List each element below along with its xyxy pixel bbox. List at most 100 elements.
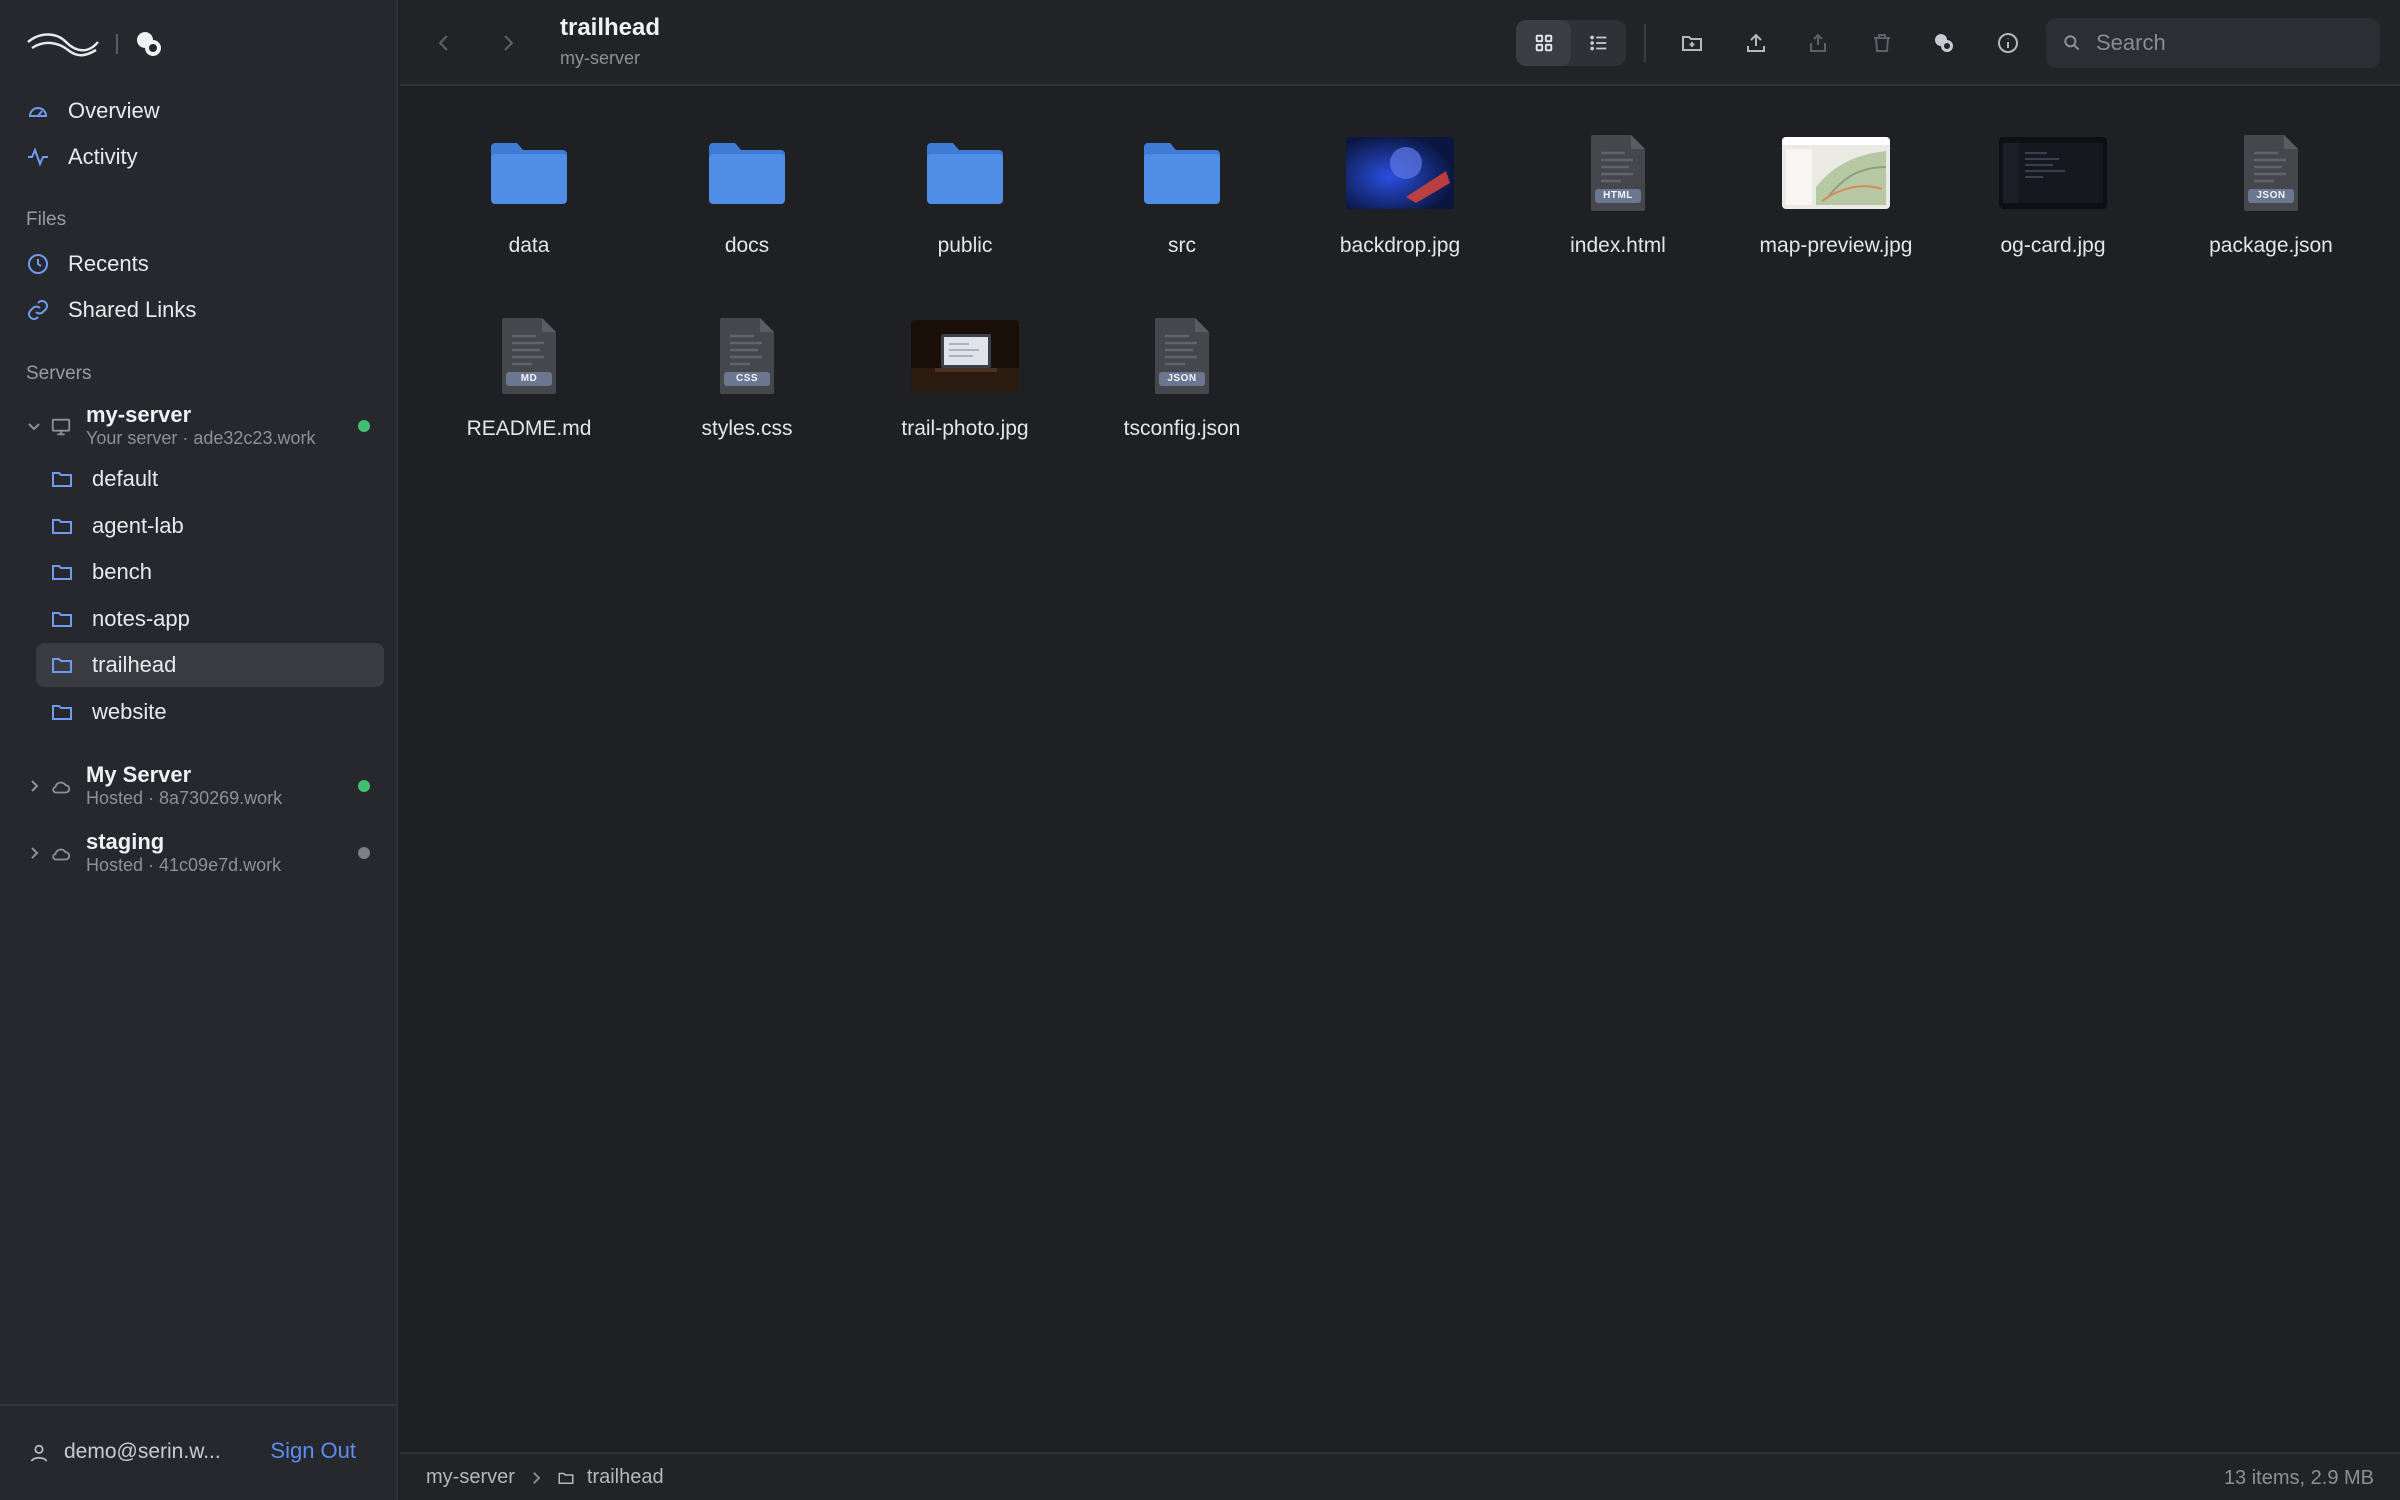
item-count: 13 items, 2.9 MB <box>2223 1467 2374 1489</box>
document-icon: MD <box>500 316 558 396</box>
file-item-doc[interactable]: CSS styles.css <box>638 271 856 441</box>
cloud-icon <box>52 781 71 794</box>
new-folder-button[interactable] <box>1674 25 1710 61</box>
nav-overview[interactable]: Overview <box>26 91 160 131</box>
nav-activity[interactable]: Activity <box>26 137 138 177</box>
doc-thumbnail: JSON <box>2211 132 2331 214</box>
folder-thumbnail <box>905 132 1025 214</box>
file-type-badge: JSON <box>1159 372 1205 386</box>
search-input[interactable] <box>2096 30 2356 56</box>
upload-icon <box>1747 33 1765 52</box>
image-thumbnail <box>1340 132 1460 214</box>
file-item-image[interactable]: map-preview.jpg <box>1727 88 1945 258</box>
toolbar: trailhead my-server <box>400 0 2400 86</box>
folder-label: notes-app <box>92 606 190 631</box>
server-my-server-hosted[interactable]: My Server Hosted · 8a730269.work <box>22 760 378 816</box>
list-view-button[interactable] <box>1571 20 1626 66</box>
doc-thumbnail: MD <box>469 315 589 397</box>
document-icon: JSON <box>2242 133 2300 213</box>
file-item-doc[interactable]: JSON package.json <box>2162 88 2380 258</box>
search-box <box>2046 18 2380 68</box>
folder-icon <box>927 143 1003 204</box>
folder-label: agent-lab <box>92 513 184 538</box>
sidebar-folder-agent-lab[interactable]: agent-lab <box>36 504 384 548</box>
breadcrumb-folder[interactable]: trailhead <box>587 1466 664 1489</box>
sidebar-folder-bench[interactable]: bench <box>36 550 384 594</box>
file-name: package.json <box>2209 234 2333 257</box>
chevron-down-icon[interactable] <box>24 416 44 436</box>
file-type-badge: HTML <box>1595 189 1641 203</box>
file-grid: data docs public src backdrop.jpg HTML i… <box>400 88 2400 1452</box>
upload-button[interactable] <box>1738 25 1774 61</box>
file-type-badge: MD <box>506 372 552 386</box>
info-icon <box>1998 33 2018 53</box>
file-type-badge: CSS <box>724 372 770 386</box>
file-item-doc[interactable]: JSON tsconfig.json <box>1073 271 1291 441</box>
file-item-image[interactable]: trail-photo.jpg <box>856 271 1074 441</box>
clock-icon <box>28 254 48 274</box>
back-button[interactable] <box>426 25 462 61</box>
file-name: map-preview.jpg <box>1759 234 1913 257</box>
grid-icon <box>1535 34 1552 52</box>
file-item-folder[interactable]: data <box>420 88 638 258</box>
file-item-doc[interactable]: MD README.md <box>420 271 638 441</box>
server-name: My Server <box>86 762 192 787</box>
nav-shared-links-label: Shared Links <box>68 297 197 322</box>
folder-icon <box>558 1472 574 1484</box>
files-section-label: Files <box>26 209 67 230</box>
document-icon: CSS <box>718 316 776 396</box>
sidebar-folder-trailhead[interactable]: trailhead <box>36 643 384 687</box>
file-item-image[interactable]: backdrop.jpg <box>1291 88 1509 258</box>
chevron-right-icon[interactable] <box>24 776 44 796</box>
folder-thumbnail <box>687 132 807 214</box>
status-bar: my-server trailhead 13 items, 2.9 MB <box>400 1452 2400 1500</box>
share-button[interactable] <box>1800 25 1836 61</box>
doc-thumbnail: JSON <box>1122 315 1242 397</box>
image-thumbnail <box>1993 132 2113 214</box>
share-icon <box>1810 33 1826 52</box>
document-icon: JSON <box>1153 316 1211 396</box>
trail-photo-preview-icon <box>911 320 1019 392</box>
folder-icon <box>52 705 72 720</box>
status-dot-online <box>358 420 370 432</box>
file-type-badge: JSON <box>2248 189 2294 203</box>
folder-icon <box>709 143 785 204</box>
folder-icon <box>52 565 72 580</box>
gauge-icon <box>29 107 47 117</box>
breadcrumb-root[interactable]: my-server <box>426 1466 515 1489</box>
sign-out-button[interactable]: Sign Out <box>270 1438 356 1464</box>
chevron-right-icon[interactable] <box>24 843 44 863</box>
info-button[interactable] <box>1990 25 2026 61</box>
delete-button[interactable] <box>1864 25 1900 61</box>
forward-button[interactable] <box>490 25 526 61</box>
file-name: public <box>937 234 993 257</box>
file-item-image[interactable]: og-card.jpg <box>1944 88 2162 258</box>
file-item-folder[interactable]: public <box>856 88 1074 258</box>
folder-icon <box>52 658 72 673</box>
file-item-folder[interactable]: src <box>1073 88 1291 258</box>
grid-view-button[interactable] <box>1516 20 1571 66</box>
sidebar-folder-notes-app[interactable]: notes-app <box>36 597 384 641</box>
file-name: styles.css <box>701 417 793 440</box>
sidebar-folder-website[interactable]: website <box>36 690 384 734</box>
sidebar: Overview Activity Files Recents Shared L… <box>0 0 398 1500</box>
chevron-left-icon <box>438 35 448 51</box>
toolbar-divider <box>1644 24 1646 62</box>
folder-icon <box>52 519 72 534</box>
image-thumbnail <box>1776 132 1896 214</box>
nav-recents[interactable]: Recents <box>26 244 149 284</box>
user-email: demo@serin.w... <box>64 1440 221 1463</box>
brand-separator <box>116 34 118 54</box>
app-switch-button[interactable] <box>1926 25 1962 61</box>
file-name: src <box>1168 234 1196 257</box>
nav-shared-links[interactable]: Shared Links <box>26 290 196 330</box>
app-logo-icon <box>137 32 161 56</box>
server-staging[interactable]: staging Hosted · 41c09e7d.work <box>22 827 378 883</box>
file-item-doc[interactable]: HTML index.html <box>1509 88 1727 258</box>
server-my-server[interactable]: my-server Your server · ade32c23.work <box>22 400 378 456</box>
folder-thumbnail <box>469 132 589 214</box>
file-item-folder[interactable]: docs <box>638 88 856 258</box>
servers-section-label: Servers <box>26 363 92 384</box>
sidebar-folder-default[interactable]: default <box>36 457 384 501</box>
server-subtitle: Hosted · 8a730269.work <box>86 788 283 808</box>
